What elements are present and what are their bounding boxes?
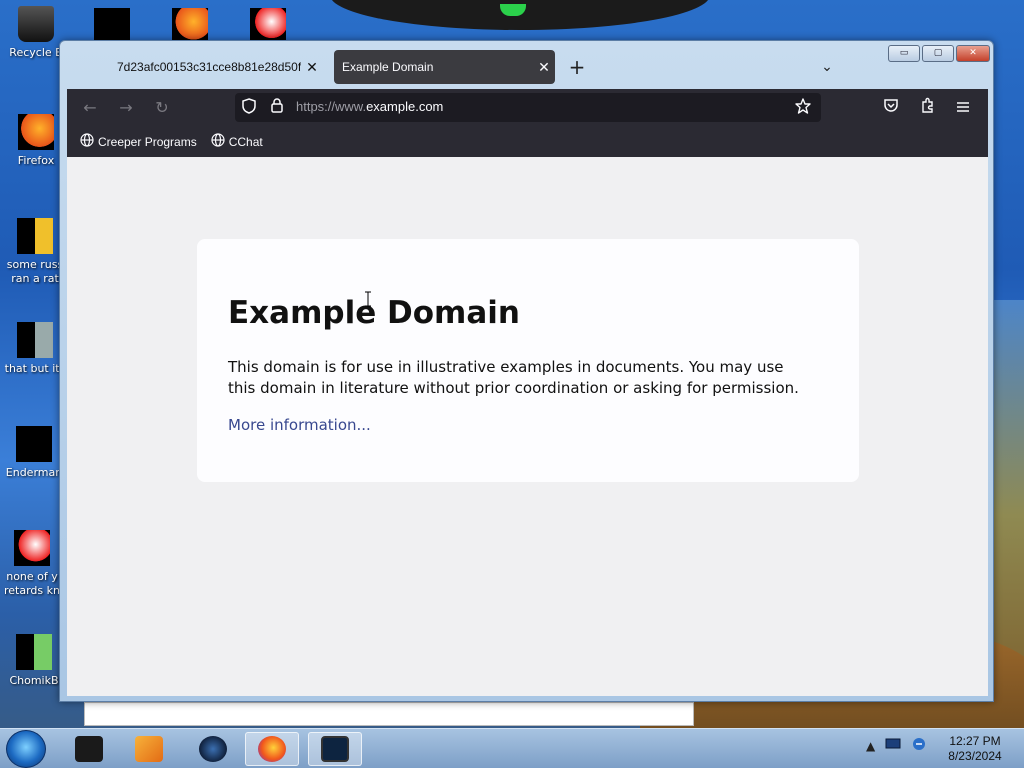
tab-active[interactable]: Example Domain ✕ xyxy=(334,50,555,84)
bookmarks-toolbar: Creeper Programs CChat xyxy=(67,126,988,157)
url-prefix: https://www. xyxy=(296,99,367,114)
window-icon xyxy=(321,736,349,762)
desktop-icon-label: Firefox xyxy=(17,154,55,167)
back-icon[interactable]: ← xyxy=(79,97,101,119)
bookmark-label: Creeper Programs xyxy=(98,134,197,149)
nav-toolbar: ← → ↻ https://www.example.com xyxy=(67,89,988,126)
bookmark-cchat[interactable]: CChat xyxy=(211,133,263,150)
page-content: Example Domain This domain is for use in… xyxy=(67,157,988,696)
wallpaper-dot xyxy=(500,4,526,16)
taskbar-item-media-player[interactable] xyxy=(122,732,176,766)
desktop-icon-opera[interactable]: none of y retards kn xyxy=(0,530,64,598)
desktop-icon-label: that but its xyxy=(4,362,66,375)
content-card: Example Domain This domain is for use in… xyxy=(197,239,859,482)
close-icon[interactable]: ✕ xyxy=(301,59,323,76)
taskbar: ▲ 12:27 PM 8/23/2024 xyxy=(0,728,1024,768)
app-icon xyxy=(75,736,103,762)
lock-icon[interactable] xyxy=(267,98,287,118)
bookmark-label: CChat xyxy=(228,134,263,149)
desktop-icon-chomik[interactable]: ChomikB xyxy=(2,634,66,688)
game-icon xyxy=(16,634,52,670)
app-icon xyxy=(16,426,52,462)
window-caption-buttons: ▭ ▢ ✕ xyxy=(888,45,990,62)
shield-icon[interactable] xyxy=(239,98,259,118)
globe-icon xyxy=(80,133,94,150)
tab-title: 7d23afc00153c31cce8b81e28d50fe4 xyxy=(117,60,301,74)
opera-icon xyxy=(14,530,50,566)
new-tab-button[interactable]: + xyxy=(566,57,588,79)
chevron-down-icon[interactable]: ⌄ xyxy=(817,59,837,77)
file-icon xyxy=(17,218,53,254)
desktop-icon-enderman[interactable]: Enderman xyxy=(2,426,66,480)
maximize-button[interactable]: ▢ xyxy=(922,45,954,62)
tab-strip: 7d23afc00153c31cce8b81e28d50fe4 ✕ Exampl… xyxy=(67,47,988,89)
start-button[interactable] xyxy=(6,730,46,768)
taskbar-item-firefox[interactable] xyxy=(245,732,299,766)
pocket-icon[interactable] xyxy=(880,97,902,119)
desktop-top-icon-3[interactable] xyxy=(250,8,286,42)
background-window-strip xyxy=(84,702,694,726)
close-icon[interactable]: ✕ xyxy=(533,59,555,76)
folder-icon xyxy=(17,322,53,358)
firefox-icon xyxy=(18,114,54,150)
page-body-text: This domain is for use in illustrative e… xyxy=(228,358,799,397)
url-bar[interactable]: https://www.example.com xyxy=(235,93,821,122)
page-title: Example Domain xyxy=(228,295,520,331)
system-tray: ▲ xyxy=(866,737,927,754)
bookmark-creeper-programs[interactable]: Creeper Programs xyxy=(80,133,197,150)
tray-expand-icon[interactable]: ▲ xyxy=(866,739,875,753)
browser-window: 7d23afc00153c31cce8b81e28d50fe4 ✕ Exampl… xyxy=(59,40,994,702)
clock-date: 8/23/2024 xyxy=(948,749,1002,763)
desktop-top-icon-2[interactable] xyxy=(172,8,208,42)
menu-icon[interactable] xyxy=(952,97,974,119)
forward-icon[interactable]: → xyxy=(115,97,137,119)
extensions-icon[interactable] xyxy=(917,97,939,119)
tab-title: Example Domain xyxy=(342,60,434,74)
recycle-bin-icon xyxy=(18,6,54,42)
taskbar-item-window[interactable] xyxy=(308,732,362,766)
minimize-button[interactable]: ▭ xyxy=(888,45,920,62)
window-close-button[interactable]: ✕ xyxy=(956,45,990,62)
more-information-link[interactable]: More information... xyxy=(228,416,371,434)
desktop-wallpaper-shape xyxy=(330,0,710,30)
globe-icon xyxy=(211,133,225,150)
taskbar-item-explorer[interactable] xyxy=(62,732,116,766)
url-text[interactable]: https://www.example.com xyxy=(296,99,443,114)
desktop-icon-label: Recycle B xyxy=(9,46,63,59)
desktop-icon-label: some russ ran a rat xyxy=(6,258,64,285)
text-cursor-icon xyxy=(365,291,371,307)
media-player-icon xyxy=(135,736,163,762)
desktop-icon-label: Enderman xyxy=(5,466,63,479)
url-domain: example.com xyxy=(366,99,444,114)
taskbar-item-app[interactable] xyxy=(186,732,240,766)
app-icon xyxy=(199,736,227,762)
reload-icon[interactable]: ↻ xyxy=(151,97,173,119)
network-icon[interactable] xyxy=(885,738,901,753)
firefox-icon xyxy=(258,736,286,762)
star-icon[interactable] xyxy=(793,98,813,118)
tab-inactive[interactable]: 7d23afc00153c31cce8b81e28d50fe4 ✕ xyxy=(107,50,323,84)
volume-icon[interactable] xyxy=(911,737,927,754)
taskbar-clock[interactable]: 12:27 PM 8/23/2024 xyxy=(940,734,1010,764)
clock-time: 12:27 PM xyxy=(949,734,1001,748)
desktop-icon-label: ChomikB xyxy=(9,674,59,687)
desktop-icon-label: none of y retards kn xyxy=(4,570,60,597)
desktop-top-icon-1[interactable] xyxy=(94,8,130,42)
